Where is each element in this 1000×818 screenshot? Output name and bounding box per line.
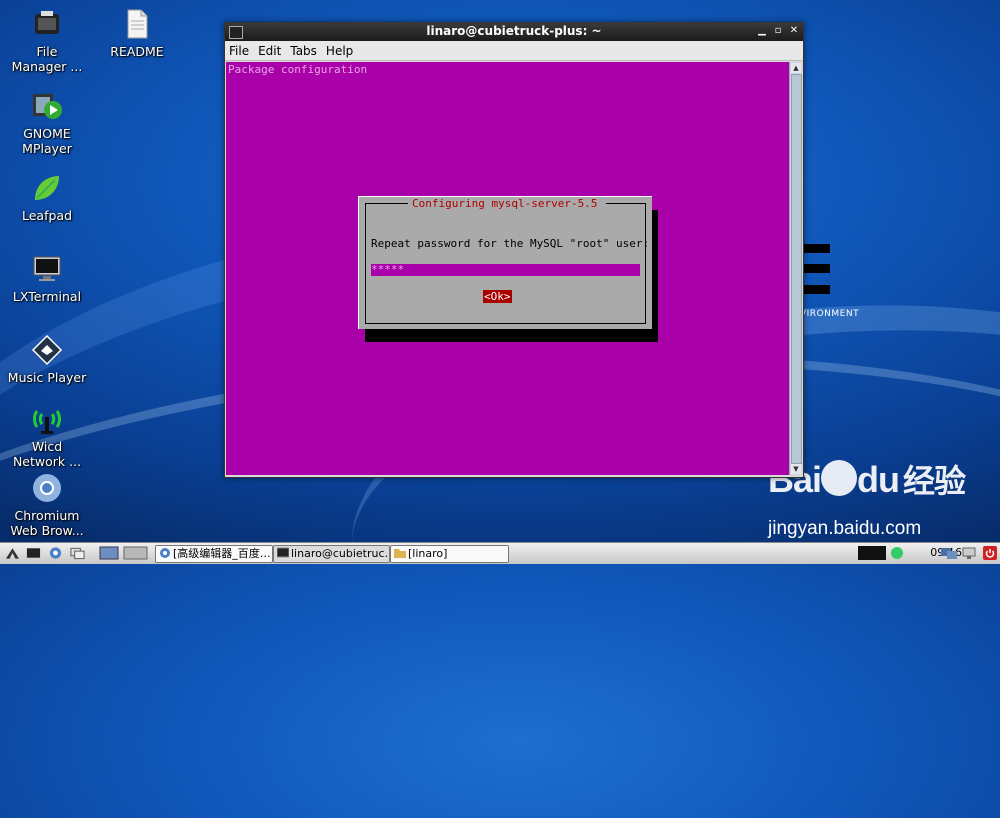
chromium-icon: [33, 474, 61, 502]
dialog-prompt: Repeat password for the MySQL "root" use…: [371, 237, 650, 250]
dialog-frame-top: [365, 203, 408, 204]
desktop-icon-leafpad[interactable]: Leafpad: [2, 172, 92, 223]
baidu-paw-icon: [821, 460, 858, 496]
taskbar: [高级编辑器_百度… linaro@cubietruc… [linaro] 09…: [0, 542, 1000, 564]
browser-launcher-icon[interactable]: [48, 546, 63, 560]
input-method-icon[interactable]: [890, 546, 904, 560]
minimize-icon[interactable]: ▁: [755, 24, 769, 38]
window-title: linaro@cubietruck-plus: ~: [426, 24, 602, 38]
task-label: [linaro]: [408, 547, 448, 560]
desktop-icon-music-player[interactable]: Music Player: [2, 334, 92, 385]
task-file-manager[interactable]: [linaro]: [390, 545, 509, 563]
dialog-frame-top: [606, 203, 646, 204]
scroll-down-icon[interactable]: ▼: [791, 464, 801, 474]
task-browser[interactable]: [高级编辑器_百度…: [155, 545, 273, 563]
task-label: [高级编辑器_百度…: [173, 547, 271, 560]
window-titlebar[interactable]: linaro@cubietruck-plus: ~ ▁ ▫ ✕: [225, 23, 803, 41]
folder-icon: [394, 549, 406, 558]
menu-tabs[interactable]: Tabs: [290, 44, 317, 58]
terminal-header: Package configuration: [228, 63, 368, 76]
terminal-window: linaro@cubietruck-plus: ~ ▁ ▫ ✕ File Edi…: [224, 22, 804, 478]
terminal-icon: [277, 547, 289, 558]
video-player-icon: [33, 94, 62, 119]
maximize-icon[interactable]: ▫: [771, 24, 785, 38]
power-icon[interactable]: [983, 546, 997, 560]
password-input[interactable]: *****: [371, 264, 640, 276]
chromium-icon: [160, 548, 170, 558]
baidu-brand-text-2: du: [857, 459, 900, 500]
desktop-icon-chromium[interactable]: Chromium Web Brow...: [2, 472, 92, 538]
terminal-icon: [33, 256, 61, 281]
desktop-icon-label: GNOME MPlayer: [22, 126, 72, 156]
text-file-icon: [127, 9, 148, 39]
wireless-antenna-icon: [32, 410, 62, 434]
start-menu-icon[interactable]: [5, 546, 20, 560]
desktop-icon-label: File Manager ...: [11, 44, 83, 74]
wallpaper-logo-text: VIRONMENT: [800, 309, 860, 319]
show-desktop-icon[interactable]: [70, 546, 85, 560]
baidu-brand-cn: 经验: [903, 463, 966, 499]
ok-button[interactable]: <Ok>: [483, 290, 512, 303]
desktop-icon-readme[interactable]: README: [92, 8, 182, 59]
terminal-launcher-icon[interactable]: [26, 546, 41, 560]
close-icon[interactable]: ✕: [787, 24, 801, 38]
desktop-icon-file-manager[interactable]: File Manager ...: [2, 8, 92, 74]
wallpaper-logo-bar: [802, 264, 830, 273]
scrollbar-thumb[interactable]: [791, 74, 802, 464]
terminal-area[interactable]: Package configuration Configuring mysql-…: [226, 62, 789, 475]
scrollbar[interactable]: ▲ ▼: [789, 62, 802, 475]
task-label: linaro@cubietruc…: [291, 547, 390, 560]
desktop-icon-label: Leafpad: [21, 208, 73, 223]
config-dialog: Configuring mysql-server-5.5 Repeat pass…: [358, 196, 652, 329]
desktop-icon-label: README: [110, 44, 164, 59]
workspace-1-icon[interactable]: [99, 546, 119, 560]
menu-file[interactable]: File: [229, 44, 249, 58]
baidu-url: jingyan.baidu.com: [768, 518, 922, 539]
desktop-icon-gnome-mplayer[interactable]: GNOME MPlayer: [2, 90, 92, 156]
menu-bar: File Edit Tabs Help: [225, 41, 803, 61]
menu-help[interactable]: Help: [326, 44, 353, 58]
music-player-icon: [31, 334, 63, 366]
desktop-icon-label: Chromium Web Brow...: [10, 508, 84, 538]
wallpaper-logo-bar: [802, 285, 830, 294]
leaf-icon: [35, 176, 59, 200]
menu-edit[interactable]: Edit: [258, 44, 281, 58]
desktop-icon-wicd-network[interactable]: Wicd Network ...: [2, 403, 92, 469]
dialog-title: Configuring mysql-server-5.5: [408, 197, 602, 210]
cpu-monitor: [858, 546, 886, 560]
desktop-icon-label: Music Player: [7, 370, 87, 385]
task-terminal[interactable]: linaro@cubietruc…: [273, 545, 390, 563]
scroll-up-icon[interactable]: ▲: [791, 63, 801, 73]
desktop-icon-label: LXTerminal: [12, 289, 82, 304]
file-manager-icon: [35, 11, 59, 34]
desktop-icon-lxterminal[interactable]: LXTerminal: [2, 253, 92, 304]
workspace-2-icon[interactable]: [123, 546, 148, 560]
display-icon[interactable]: [962, 546, 976, 560]
network-icon[interactable]: [940, 546, 958, 560]
desktop-icon-label: Wicd Network ...: [12, 439, 82, 469]
wallpaper-logo-bar: [802, 244, 830, 253]
